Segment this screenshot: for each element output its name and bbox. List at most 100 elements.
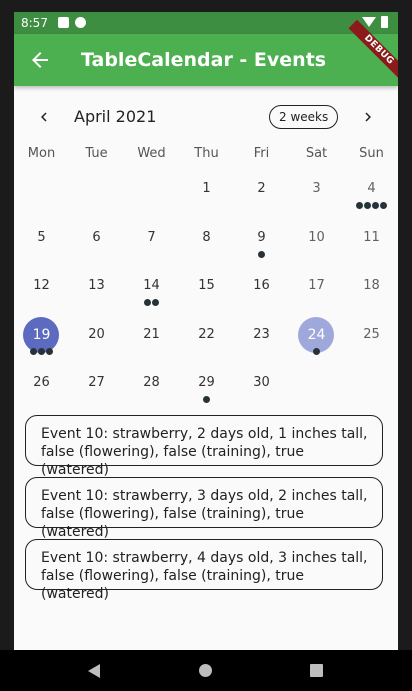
day-number: 12 [33,278,50,293]
day-of-week-thu: Thu [194,146,219,161]
event-marker-dot [203,396,210,403]
system-nav-bar [0,650,412,691]
app-notification-icon [75,17,86,28]
status-bar: 8:57 [14,12,398,34]
day-cell-24[interactable]: 24 [289,316,344,366]
day-cell-4[interactable]: 4 [344,172,398,220]
day-number: 19 [32,326,51,343]
day-number: 26 [33,375,50,390]
nav-recents-icon[interactable] [310,664,323,677]
event-markers [124,299,179,306]
notification-icon [58,17,69,28]
day-cell-15[interactable]: 15 [179,269,234,317]
day-number: 29 [198,375,215,390]
day-cell-3[interactable]: 3 [289,172,344,220]
chevron-left-icon[interactable] [35,108,53,126]
event-marker-dot [46,347,53,355]
day-number: 24 [307,326,326,343]
day-number: 10 [308,229,325,245]
day-cell-7[interactable]: 7 [124,221,179,269]
event-marker-dot [313,347,320,355]
day-number: 22 [198,326,215,342]
event-marker-dot [144,299,151,306]
day-number: 4 [367,181,376,196]
event-markers [179,396,234,403]
event-text: Event 10: strawberry, 4 days old, 3 inch… [41,550,368,602]
day-cell-6[interactable]: 6 [69,221,124,269]
event-card[interactable]: Event 10: strawberry, 3 days old, 2 inch… [25,477,383,540]
day-number: 30 [253,375,270,390]
day-number: 2 [257,181,266,196]
format-button[interactable]: 2 weeks [269,105,339,129]
day-number: 16 [253,278,270,293]
day-cell-11[interactable]: 11 [344,221,398,269]
event-marker-dot [364,202,371,209]
day-cell-2[interactable]: 2 [234,172,289,220]
chevron-right-icon[interactable] [359,108,377,126]
event-marker-dot [30,347,37,355]
day-number: 28 [143,375,160,390]
day-number: 27 [88,375,105,390]
phone-screen: 8:57 TableCalendar - Events DEBUG April … [14,12,398,691]
event-marker-dot [356,202,363,209]
day-cell-29[interactable]: 29 [179,366,234,414]
event-marker-dot [258,250,265,258]
day-cell-13[interactable]: 13 [69,269,124,317]
nav-back-icon[interactable] [88,664,100,678]
status-time: 8:57 [21,16,48,30]
day-cell-16[interactable]: 16 [234,269,289,317]
day-cell-20[interactable]: 20 [69,318,124,366]
day-cell-27[interactable]: 27 [69,366,124,414]
nav-home-icon[interactable] [199,664,212,677]
day-of-week-sat: Sat [305,146,328,161]
day-number: 14 [143,278,160,293]
day-cell-30[interactable]: 30 [234,366,289,414]
day-of-week-tue: Tue [85,146,108,161]
day-cell-26[interactable]: 26 [14,366,69,414]
event-text: Event 10: strawberry, 2 days old, 1 inch… [41,426,368,478]
day-number: 20 [88,326,105,342]
event-markers [234,250,289,258]
event-text: Event 10: strawberry, 3 days old, 2 inch… [41,488,368,540]
day-number: 1 [202,181,211,196]
day-cell-5[interactable]: 5 [14,221,69,269]
day-number: 17 [308,278,325,293]
day-number: 5 [37,229,46,245]
event-card[interactable]: Event 10: strawberry, 2 days old, 1 inch… [25,415,383,478]
month-title: April 2021 [74,107,157,126]
day-cell-18[interactable]: 18 [344,269,398,317]
day-of-week-mon: Mon [27,146,56,161]
day-cell-9[interactable]: 9 [234,221,289,269]
event-marker-dot [380,202,387,209]
day-cell-10[interactable]: 10 [289,221,344,269]
event-markers [14,347,69,355]
battery-icon [381,16,388,28]
day-number: 23 [253,326,270,342]
event-markers [344,202,398,209]
day-cell-1[interactable]: 1 [179,172,234,220]
day-cell-8[interactable]: 8 [179,221,234,269]
day-number: 3 [312,181,321,196]
day-number: 9 [257,229,266,245]
arrow-back-icon[interactable] [28,48,52,72]
day-number: 18 [363,278,380,293]
event-marker-dot [38,347,45,355]
day-cell-21[interactable]: 21 [124,318,179,366]
app-bar: TableCalendar - Events DEBUG [14,19,398,86]
day-cell-28[interactable]: 28 [124,366,179,414]
day-cell-23[interactable]: 23 [234,318,289,366]
day-number: 21 [143,326,160,342]
day-cell-12[interactable]: 12 [14,269,69,317]
event-card[interactable]: Event 10: strawberry, 4 days old, 3 inch… [25,539,383,602]
day-cell-17[interactable]: 17 [289,269,344,317]
wifi-icon [362,17,376,27]
day-cell-22[interactable]: 22 [179,318,234,366]
day-cell-25[interactable]: 25 [344,318,398,366]
day-number: 6 [92,229,101,245]
app-title: TableCalendar - Events [81,49,327,71]
day-of-week-sun: Sun [359,146,384,161]
day-of-week-wed: Wed [137,146,166,161]
day-cell-19[interactable]: 19 [14,316,69,366]
day-cell-14[interactable]: 14 [124,269,179,317]
calendar-header: April 2021 2 weeks [14,100,398,134]
